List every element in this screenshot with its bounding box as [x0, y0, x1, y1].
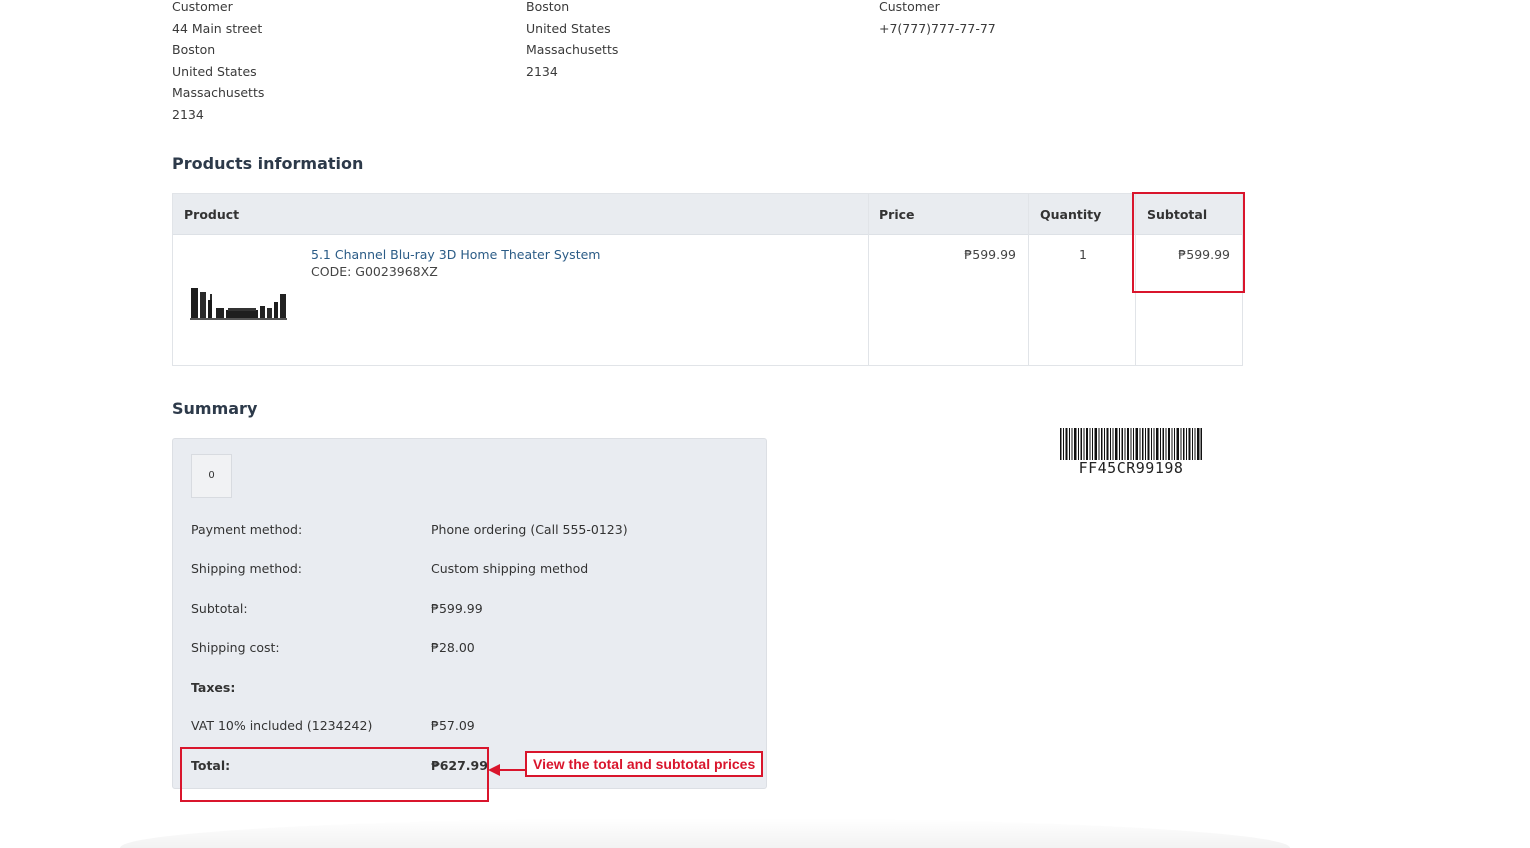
subtotal-label: Subtotal:: [191, 601, 248, 616]
annotation-arrow-icon: [488, 764, 526, 776]
vat-value: ₱57.09: [431, 718, 475, 733]
subtotal-highlight-box: [1132, 192, 1245, 293]
header-product: Product: [184, 207, 240, 222]
total-highlight-box: [180, 747, 489, 802]
header-price: Price: [879, 207, 915, 222]
home-theater-image[interactable]: [190, 284, 290, 324]
order-code-box: 0: [191, 454, 232, 498]
billing-address: Customer 44 Main street Boston United St…: [172, 0, 264, 125]
shipping-cost-value: ₱28.00: [431, 640, 475, 655]
product-price: ₱599.99: [964, 247, 1016, 262]
product-quantity: 1: [1079, 247, 1087, 262]
taxes-label: Taxes:: [191, 680, 236, 695]
billing-address-line: Customer: [172, 0, 233, 14]
products-title: Products information: [172, 154, 364, 173]
shipping-address-line: United States: [526, 20, 611, 36]
shipping-address: Boston United States Massachusetts 2134: [526, 0, 618, 82]
shipping-address-line: Massachusetts: [526, 42, 619, 57]
column-divider: [868, 194, 869, 365]
shipping-method-label: Shipping method:: [191, 561, 302, 576]
billing-address-line: 2134: [172, 106, 204, 122]
column-divider: [1028, 194, 1029, 365]
vat-label: VAT 10% included (1234242): [191, 718, 373, 733]
billing-address-line: 44 Main street: [172, 20, 263, 36]
billing-address-line: Boston: [172, 42, 216, 57]
barcode-text: FF45CR99198: [1078, 459, 1184, 477]
billing-address-line: United States: [172, 63, 257, 79]
payment-method-label: Payment method:: [191, 522, 303, 537]
contact-phone: +7(777)777-77-77: [879, 20, 996, 36]
barcode-image: [1060, 428, 1202, 460]
page-bottom-shadow: [120, 818, 1290, 848]
shipping-address-line: Boston: [526, 0, 570, 14]
shipping-cost-label: Shipping cost:: [191, 640, 280, 655]
payment-method-value: Phone ordering (Call 555-0123): [431, 522, 628, 537]
billing-address-line: Massachusetts: [172, 85, 265, 100]
subtotal-value: ₱599.99: [431, 601, 483, 616]
contact-name: Customer: [879, 0, 940, 14]
summary-title: Summary: [172, 399, 258, 418]
summary-box: 0 Payment method: Phone ordering (Call 5…: [172, 438, 767, 789]
annotation-label: View the total and subtotal prices: [525, 751, 764, 777]
products-table-header: Product Price Quantity Subtotal: [173, 194, 1242, 235]
shipping-address-line: 2134: [526, 63, 558, 79]
products-table: Product Price Quantity Subtotal 5.1 Chan…: [172, 193, 1243, 366]
product-name-link[interactable]: 5.1 Channel Blu-ray 3D Home Theater Syst…: [311, 247, 600, 262]
shipping-method-value: Custom shipping method: [431, 561, 589, 576]
header-quantity: Quantity: [1040, 207, 1102, 222]
product-code: CODE: G0023968XZ: [311, 264, 438, 279]
contact-info: Customer +7(777)777-77-77: [879, 0, 996, 39]
